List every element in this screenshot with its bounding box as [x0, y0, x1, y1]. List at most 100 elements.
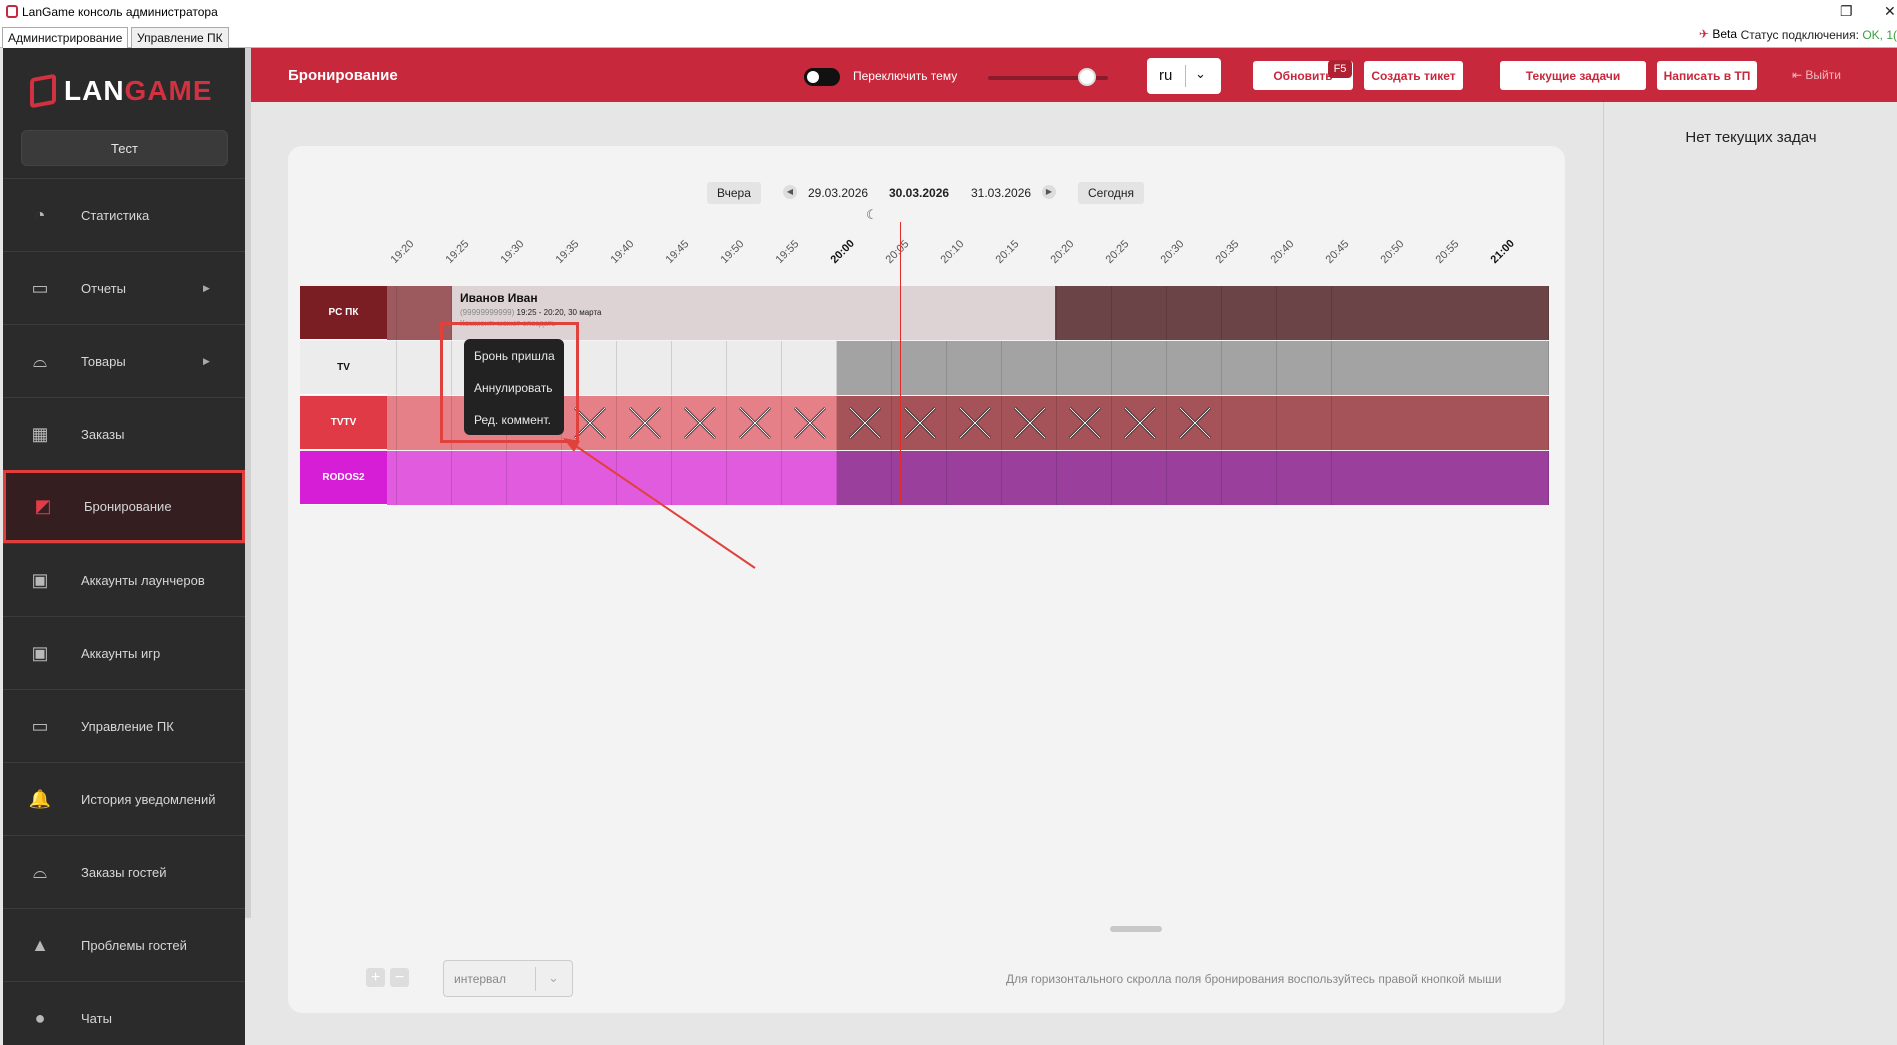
timeslot-cell[interactable]: [617, 341, 672, 395]
annotation-highlight: [440, 322, 579, 443]
sidebar-item-9[interactable]: ⌓ Заказы гостей: [3, 835, 245, 908]
sidebar-item-label: Проблемы гостей: [81, 937, 187, 953]
timeslot-cell[interactable]: [1167, 451, 1222, 505]
current-tasks-button[interactable]: Текущие задачи: [1500, 61, 1646, 90]
unavailable-cross-icon: [617, 396, 672, 450]
timeslot-cell[interactable]: [947, 341, 1002, 395]
time-tick: 19:20: [388, 238, 417, 266]
timeslot-cell[interactable]: [1277, 286, 1332, 340]
sidebar-item-0[interactable]: ◔ Статистика: [3, 178, 245, 251]
timeslot-cell[interactable]: [837, 451, 892, 505]
interval-select[interactable]: интервал ⌄: [443, 960, 573, 997]
time-tick: 21:00: [1488, 237, 1517, 266]
prev-date[interactable]: 29.03.2026: [808, 186, 868, 200]
timeslot-cell[interactable]: [1167, 341, 1222, 395]
time-tick: 20:20: [1048, 238, 1077, 266]
logo-game: GAME: [124, 75, 213, 106]
timeslot-cell[interactable]: [1277, 341, 1332, 395]
timeslot-cell[interactable]: [672, 451, 727, 505]
timeslot-cell[interactable]: [1002, 341, 1057, 395]
resource-row-label: PC ПК: [300, 286, 387, 340]
create-ticket-button[interactable]: Создать тикет: [1364, 61, 1463, 90]
logout-icon: ⇤: [1792, 68, 1803, 82]
logout-label: Выйти: [1805, 68, 1841, 82]
close-icon[interactable]: ✕: [1884, 3, 1896, 20]
sidebar-item-3[interactable]: ▦ Заказы: [3, 397, 245, 470]
theme-toggle[interactable]: [804, 68, 840, 86]
sidebar-item-4[interactable]: ◩ Бронирование: [3, 470, 245, 543]
timeslot-cell[interactable]: [1277, 396, 1332, 450]
write-support-button[interactable]: Написать в ТП: [1657, 61, 1757, 90]
sidebar-item-label: Аккаунты лаунчеров: [81, 572, 205, 588]
timeslot-cell[interactable]: [452, 451, 507, 505]
timeslot-cell[interactable]: [727, 451, 782, 505]
timeslot-cell[interactable]: [1112, 341, 1167, 395]
sidebar-item-11[interactable]: ● Чаты: [3, 981, 245, 1045]
pie-chart-icon: ◔: [34, 204, 46, 225]
booking-guest-name: Иванов Иван: [460, 291, 538, 305]
resize-handle[interactable]: [1110, 926, 1162, 932]
timeslot-cell[interactable]: [782, 451, 837, 505]
sidebar-scrollbar[interactable]: [245, 48, 251, 918]
unavailable-cross-icon: [1167, 396, 1222, 450]
timeslot-cell: [387, 396, 397, 450]
language-select[interactable]: ru ⌄: [1147, 58, 1221, 94]
note-icon: ▭: [31, 277, 49, 298]
prev-date-icon[interactable]: ◀: [783, 185, 797, 199]
timeslot-cell[interactable]: [1002, 451, 1057, 505]
refresh-shortcut-badge: F5: [1328, 60, 1352, 78]
restore-icon[interactable]: ❐: [1840, 3, 1853, 20]
theme-toggle-label: Переключить тему: [853, 69, 958, 83]
sidebar-item-label: Аккаунты игр: [81, 645, 161, 661]
sidebar-item-10[interactable]: ▲ Проблемы гостей: [3, 908, 245, 981]
timeslot-cell[interactable]: [617, 451, 672, 505]
zoom-slider-handle[interactable]: [1078, 68, 1096, 86]
next-date[interactable]: 31.03.2026: [971, 186, 1031, 200]
timeslot-cell[interactable]: [837, 341, 892, 395]
timeslot-cell[interactable]: [1332, 341, 1549, 395]
timeslot-cell[interactable]: [947, 451, 1002, 505]
sidebar-item-1[interactable]: ▭ Отчеты ▶: [3, 251, 245, 324]
timeslot-cell[interactable]: [1057, 341, 1112, 395]
timeslot-cell[interactable]: [1222, 341, 1277, 395]
window-title: LanGame консоль администратора: [22, 5, 218, 19]
tasks-panel: Нет текущих задач: [1603, 102, 1897, 1045]
tab-pc-management[interactable]: Управление ПК: [131, 27, 229, 48]
sidebar-item-8[interactable]: 🔔 История уведомлений: [3, 762, 245, 835]
unavailable-cross-icon: [727, 396, 782, 450]
today-button[interactable]: Сегодня: [1078, 182, 1144, 204]
next-date-icon[interactable]: ▶: [1042, 185, 1056, 199]
remove-interval-button[interactable]: −: [390, 968, 409, 987]
tab-administration[interactable]: Администрирование: [2, 27, 129, 48]
timeslot-cell[interactable]: [672, 341, 727, 395]
resource-row-label: TV: [300, 341, 387, 395]
timeslot-cell[interactable]: [1112, 451, 1167, 505]
timeslot-cell[interactable]: [397, 451, 452, 505]
timeslot-cell[interactable]: [1277, 451, 1332, 505]
bell-icon: 🔔: [28, 788, 52, 809]
timeslot-cell[interactable]: [1222, 286, 1277, 340]
add-interval-button[interactable]: +: [366, 968, 385, 987]
timeslot-cell[interactable]: [1057, 286, 1112, 340]
timeslot-cell[interactable]: [1167, 286, 1222, 340]
sidebar-item-2[interactable]: ⌓ Товары ▶: [3, 324, 245, 397]
logout-button[interactable]: ⇤ Выйти: [1792, 68, 1841, 82]
sidebar-item-6[interactable]: ▣ Аккаунты игр: [3, 616, 245, 689]
timeslot-cell[interactable]: [507, 451, 562, 505]
timeslot-cell[interactable]: [1332, 286, 1549, 340]
club-selector[interactable]: Тест: [21, 130, 228, 166]
timeslot-cell[interactable]: [727, 341, 782, 395]
yesterday-button[interactable]: Вчера: [707, 182, 761, 204]
timeslot-cell[interactable]: [1332, 451, 1549, 505]
moon-icon: ☾: [866, 207, 878, 222]
sidebar-item-7[interactable]: ▭ Управление ПК: [3, 689, 245, 762]
timeslot-cell[interactable]: [1112, 286, 1167, 340]
timeslot-cell[interactable]: [782, 341, 837, 395]
timeslot-cell[interactable]: [1057, 451, 1112, 505]
timeslot-cell[interactable]: [1222, 451, 1277, 505]
sidebar-item-5[interactable]: ▣ Аккаунты лаунчеров: [3, 543, 245, 616]
timeslot-cell[interactable]: [562, 451, 617, 505]
timeslot-cell[interactable]: [1222, 396, 1277, 450]
timeslot-cell[interactable]: [1332, 396, 1549, 450]
chevron-right-icon: ▶: [203, 282, 210, 293]
